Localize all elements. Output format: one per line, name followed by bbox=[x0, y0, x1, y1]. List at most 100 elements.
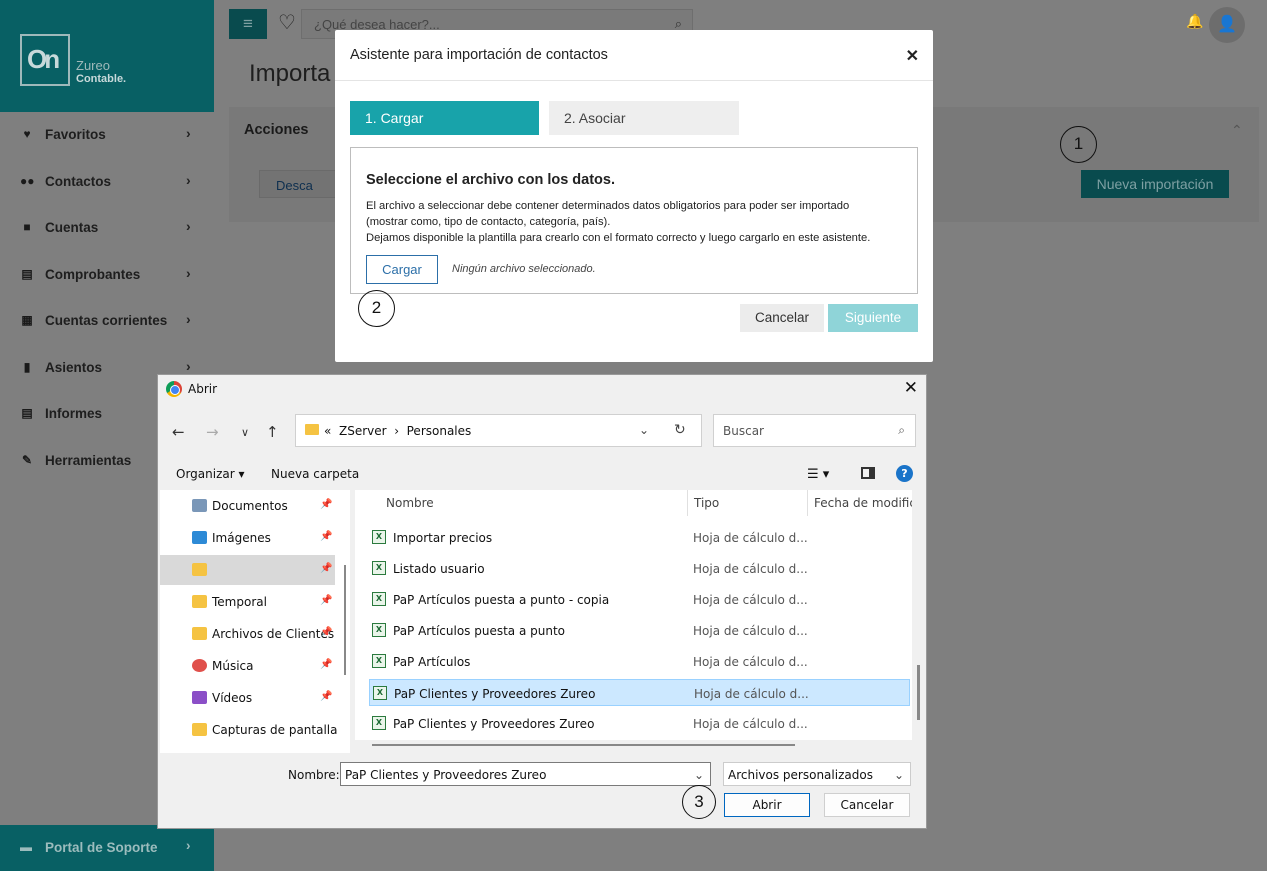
scrollbar[interactable] bbox=[344, 565, 346, 675]
sidebar-item-comprobantes[interactable]: ▤ Comprobantes › bbox=[0, 252, 214, 298]
nueva-carpeta-button[interactable]: Nueva carpeta bbox=[271, 467, 359, 481]
description-line: El archivo a seleccionar debe contener d… bbox=[366, 200, 850, 212]
column-divider[interactable] bbox=[807, 490, 808, 516]
nav-item-archivos-de-clientes[interactable]: Archivos de Clientes 📌 bbox=[160, 619, 335, 649]
wrench-icon: ✎ bbox=[21, 453, 33, 467]
file-name: Importar precios bbox=[393, 531, 493, 545]
open-button[interactable]: Abrir bbox=[724, 793, 810, 817]
cancel-button[interactable]: Cancelar bbox=[740, 304, 824, 332]
sidebar-item-cuentas[interactable]: ■ Cuentas › bbox=[0, 205, 214, 251]
file-row-selected[interactable]: X PaP Clientes y Proveedores Zureo Hoja … bbox=[369, 679, 910, 706]
nav-item-documentos[interactable]: Documentos 📌 bbox=[160, 491, 335, 521]
chat-icon: ▬ bbox=[20, 840, 32, 854]
sidebar-item-cuentas-corrientes[interactable]: ▦ Cuentas corrientes › bbox=[0, 298, 214, 344]
nav-item-temporal[interactable]: Temporal 📌 bbox=[160, 587, 335, 617]
search-placeholder: Buscar bbox=[723, 424, 764, 438]
chevron-right-icon: › bbox=[186, 311, 191, 327]
sidebar-item-label: Comprobantes bbox=[45, 267, 141, 282]
nav-item-imagenes[interactable]: Imágenes 📌 bbox=[160, 523, 335, 553]
column-header-date[interactable]: Fecha de modifica bbox=[814, 496, 912, 510]
dialog-cancel-button[interactable]: Cancelar bbox=[824, 793, 910, 817]
refresh-icon[interactable]: ↻ bbox=[674, 422, 686, 438]
file-type: Hoja de cálculo d... bbox=[693, 717, 808, 731]
view-options-icon[interactable]: ☰ ▾ bbox=[807, 467, 829, 482]
dialog-title: Abrir bbox=[188, 382, 218, 396]
breadcrumb-item[interactable]: Personales bbox=[407, 424, 472, 438]
chevron-down-icon[interactable]: ⌄ bbox=[894, 768, 904, 782]
folder-icon bbox=[192, 723, 207, 736]
tab-cargar[interactable]: 1. Cargar bbox=[350, 101, 539, 135]
breadcrumb-item[interactable]: ZServer bbox=[339, 424, 387, 438]
file-type: Hoja de cálculo d... bbox=[693, 531, 808, 545]
column-divider[interactable] bbox=[687, 490, 688, 516]
heart-icon: ♥ bbox=[23, 127, 31, 141]
nav-item-folder[interactable]: 📌 bbox=[160, 555, 335, 585]
close-icon[interactable]: ✕ bbox=[904, 378, 918, 398]
file-row[interactable]: X Listado usuario Hoja de cálculo d... bbox=[369, 555, 910, 582]
chevron-right-icon: › bbox=[186, 358, 191, 374]
file-row[interactable]: X PaP Clientes y Proveedores Zureo Hoja … bbox=[369, 710, 910, 737]
nav-item-musica[interactable]: Música 📌 bbox=[160, 651, 335, 681]
nav-item-videos[interactable]: Vídeos 📌 bbox=[160, 683, 335, 713]
page-title: Importa bbox=[249, 60, 331, 87]
receipt-icon: ▤ bbox=[21, 267, 33, 281]
forward-arrow-icon[interactable]: → bbox=[206, 423, 219, 441]
file-search-input[interactable]: Buscar ⌕ bbox=[713, 414, 916, 447]
address-bar[interactable]: « ZServer › Personales ⌄ ↻ bbox=[295, 414, 702, 447]
pictures-icon bbox=[192, 531, 207, 544]
file-row[interactable]: X Importar precios Hoja de cálculo d... bbox=[369, 524, 910, 551]
tab-asociar[interactable]: 2. Asociar bbox=[549, 101, 739, 135]
nueva-importacion-button[interactable]: Nueva importación bbox=[1081, 170, 1229, 198]
file-name: PaP Clientes y Proveedores Zureo bbox=[394, 687, 596, 701]
help-icon[interactable]: ? bbox=[896, 465, 913, 482]
bell-icon[interactable]: 🔔 bbox=[1186, 13, 1203, 30]
pin-icon: 📌 bbox=[320, 627, 333, 638]
file-row[interactable]: X PaP Artículos Hoja de cálculo d... bbox=[369, 648, 910, 675]
column-header-name[interactable]: Nombre bbox=[386, 496, 434, 510]
filename-label: Nombre: bbox=[288, 768, 340, 782]
next-button[interactable]: Siguiente bbox=[828, 304, 918, 332]
chevron-up-icon[interactable]: ⌃ bbox=[1231, 122, 1243, 139]
excel-file-icon: X bbox=[372, 530, 386, 544]
close-icon[interactable]: ✕ bbox=[906, 46, 919, 66]
horizontal-scrollbar[interactable] bbox=[372, 744, 795, 746]
divider bbox=[335, 80, 933, 81]
excel-file-icon: X bbox=[372, 592, 386, 606]
file-row[interactable]: X PaP Artículos puesta a punto Hoja de c… bbox=[369, 617, 910, 644]
pin-icon: 📌 bbox=[320, 659, 333, 670]
column-header-type[interactable]: Tipo bbox=[694, 496, 719, 510]
annotation-circle-3: 3 bbox=[682, 785, 716, 819]
support-portal-link[interactable]: ▬ Portal de Soporte › bbox=[0, 825, 214, 871]
nav-label: Archivos de Clientes bbox=[212, 627, 335, 641]
favorite-heart-icon[interactable]: ♡ bbox=[278, 10, 296, 35]
documents-icon bbox=[192, 499, 207, 512]
pin-icon: 📌 bbox=[320, 691, 333, 702]
organizar-label: Organizar bbox=[176, 467, 235, 481]
chevron-down-icon[interactable]: ⌄ bbox=[694, 768, 704, 782]
filetype-select[interactable]: Archivos personalizados ⌄ bbox=[723, 762, 911, 786]
chevron-down-icon[interactable]: ⌄ bbox=[639, 423, 649, 437]
descargar-button[interactable]: Desca bbox=[259, 170, 339, 198]
cargar-button[interactable]: Cargar bbox=[366, 255, 438, 284]
recent-locations-icon[interactable]: ∨ bbox=[241, 426, 249, 439]
sidebar-item-label: Favoritos bbox=[45, 127, 106, 142]
file-name: PaP Artículos puesta a punto bbox=[393, 624, 566, 638]
logo-sub: Contable. bbox=[76, 73, 127, 85]
acciones-title: Acciones bbox=[244, 122, 309, 138]
file-row[interactable]: X PaP Artículos puesta a punto - copia H… bbox=[369, 586, 910, 613]
filename-input[interactable]: PaP Clientes y Proveedores Zureo ⌄ bbox=[340, 762, 711, 786]
logo[interactable]: On Zureo Contable. bbox=[0, 0, 214, 112]
sidebar-item-favoritos[interactable]: ♥ Favoritos › bbox=[0, 112, 214, 158]
avatar[interactable]: 👤 bbox=[1209, 7, 1245, 43]
up-arrow-icon[interactable]: ↑ bbox=[266, 423, 279, 441]
hamburger-icon: ≡ bbox=[243, 14, 253, 33]
nav-item-capturas[interactable]: Capturas de pantalla bbox=[160, 715, 337, 745]
sidebar-item-contactos[interactable]: ●● Contactos › bbox=[0, 159, 214, 205]
organizar-menu[interactable]: Organizar ▾ bbox=[176, 467, 245, 481]
menu-toggle-button[interactable]: ≡ bbox=[229, 9, 267, 39]
preview-pane-icon[interactable] bbox=[861, 467, 875, 479]
breadcrumb: « ZServer › Personales bbox=[324, 424, 472, 438]
back-arrow-icon[interactable]: ← bbox=[172, 423, 185, 441]
annotation-circle-2: 2 bbox=[358, 290, 395, 327]
vertical-scrollbar[interactable] bbox=[917, 665, 920, 720]
